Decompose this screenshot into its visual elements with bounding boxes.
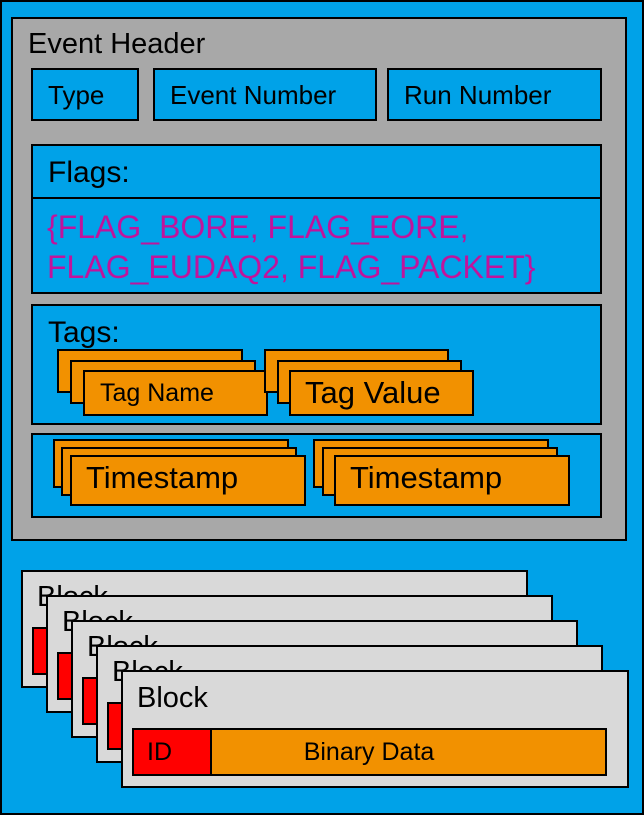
tag-value-label: Tag Value [305,375,441,410]
event-number-label: Event Number [170,80,337,110]
timestamp-end-label: Timestamp [350,460,503,495]
flags-value-line-1: {FLAG_BORE, FLAG_EORE, [47,209,469,245]
type-label: Type [48,80,105,110]
binary-data-label: Binary Data [303,738,435,766]
event-header-title: Event Header [28,28,206,60]
tag-name-label: Tag Name [100,379,214,407]
flags-label: Flags: [48,156,130,189]
run-number-label: Run Number [404,80,552,110]
tags-label: Tags: [48,316,120,349]
id-cell [132,728,212,776]
id-label: ID [147,738,172,766]
timestamp-begin-label: Timestamp [86,460,239,495]
flags-value-line-2: FLAG_EUDAQ2, FLAG_PACKET} [47,249,536,285]
block-front-label: Block [137,682,208,714]
flags-divider [31,197,602,199]
